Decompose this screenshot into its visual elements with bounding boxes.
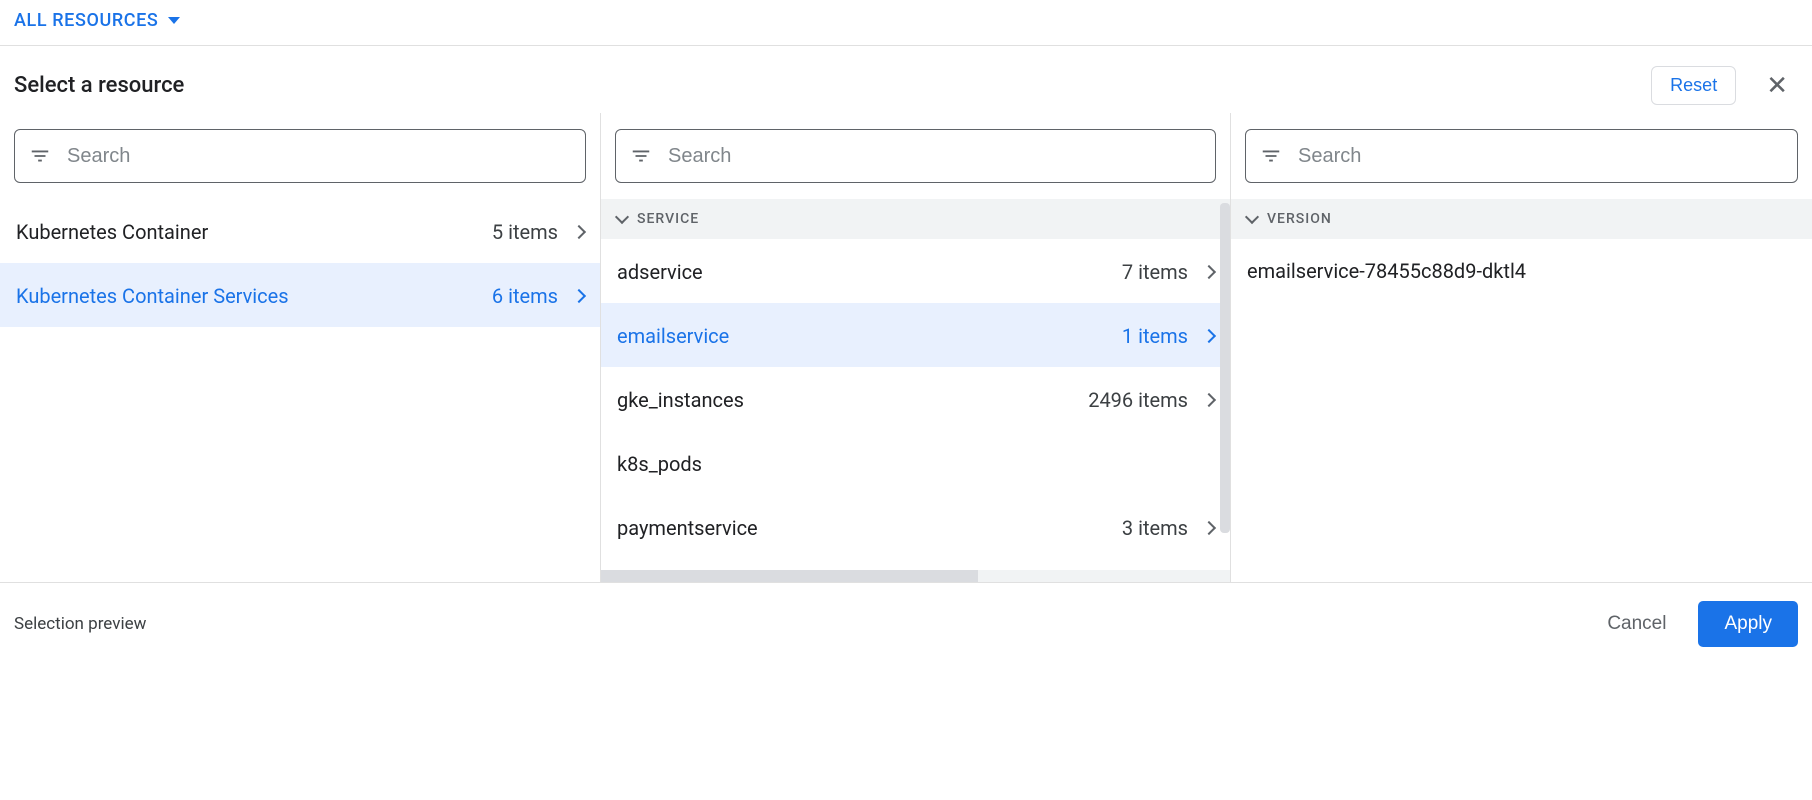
service-label: k8s_pods <box>617 452 1214 476</box>
service-label: paymentservice <box>617 516 1122 540</box>
page-title: Select a resource <box>14 73 1651 98</box>
chevron-right-icon <box>1202 328 1216 342</box>
scrollbar-horizontal-track[interactable] <box>601 570 1230 582</box>
all-resources-dropdown[interactable]: ALL RESOURCES <box>14 10 180 31</box>
chevron-right-icon <box>572 224 586 238</box>
filter-icon <box>630 145 652 167</box>
chevron-right-icon <box>1202 264 1216 278</box>
search-box-col3[interactable] <box>1245 129 1798 183</box>
service-row[interactable]: adservice7 items <box>601 239 1230 303</box>
service-count: 2496 items <box>1088 388 1188 412</box>
scrollbar-horizontal-thumb[interactable] <box>601 570 978 582</box>
service-count: 1 items <box>1122 324 1188 348</box>
resource-type-row[interactable]: Kubernetes Container5 items <box>0 199 600 263</box>
resource-type-row[interactable]: Kubernetes Container Services6 items <box>0 263 600 327</box>
filter-icon <box>1260 145 1282 167</box>
filter-icon <box>29 145 51 167</box>
search-box-col1[interactable] <box>14 129 586 183</box>
cancel-button[interactable]: Cancel <box>1585 603 1688 645</box>
version-header-label: VERSION <box>1267 211 1332 227</box>
service-label: adservice <box>617 260 1122 284</box>
close-icon[interactable]: ✕ <box>1756 73 1798 99</box>
resource-type-count: 5 items <box>492 220 558 244</box>
service-row[interactable]: paymentservice3 items <box>601 495 1230 559</box>
search-input-col3[interactable] <box>1296 144 1783 169</box>
version-group-header[interactable]: VERSION <box>1231 199 1812 239</box>
search-input-col1[interactable] <box>65 144 571 169</box>
service-column: SERVICE adservice7 itemsemailservice1 it… <box>600 113 1230 582</box>
resource-type-column: Kubernetes Container5 itemsKubernetes Co… <box>0 113 600 582</box>
chevron-right-icon <box>1202 520 1216 534</box>
chevron-right-icon <box>572 288 586 302</box>
service-label: gke_instances <box>617 388 1088 412</box>
search-box-col2[interactable] <box>615 129 1216 183</box>
apply-button[interactable]: Apply <box>1698 601 1798 647</box>
service-group-header[interactable]: SERVICE <box>601 199 1230 239</box>
resource-type-label: Kubernetes Container Services <box>16 284 492 308</box>
caret-down-icon <box>168 17 180 24</box>
selection-preview-label: Selection preview <box>14 614 1585 634</box>
service-row[interactable]: emailservice1 items <box>601 303 1230 367</box>
service-header-label: SERVICE <box>637 211 699 227</box>
reset-button[interactable]: Reset <box>1651 66 1736 105</box>
chevron-down-icon <box>1245 210 1259 224</box>
service-label: emailservice <box>617 324 1122 348</box>
resource-type-label: Kubernetes Container <box>16 220 492 244</box>
search-input-col2[interactable] <box>666 144 1201 169</box>
scrollbar-vertical[interactable] <box>1220 203 1230 533</box>
chevron-down-icon <box>615 210 629 224</box>
version-column: VERSION emailservice-78455c88d9-dktl4 <box>1230 113 1812 582</box>
service-count: 3 items <box>1122 516 1188 540</box>
service-row[interactable]: k8s_pods <box>601 431 1230 495</box>
all-resources-label: ALL RESOURCES <box>14 10 158 31</box>
service-row[interactable]: gke_instances2496 items <box>601 367 1230 431</box>
service-count: 7 items <box>1122 260 1188 284</box>
version-item[interactable]: emailservice-78455c88d9-dktl4 <box>1231 239 1812 303</box>
chevron-right-icon <box>1202 392 1216 406</box>
resource-type-count: 6 items <box>492 284 558 308</box>
